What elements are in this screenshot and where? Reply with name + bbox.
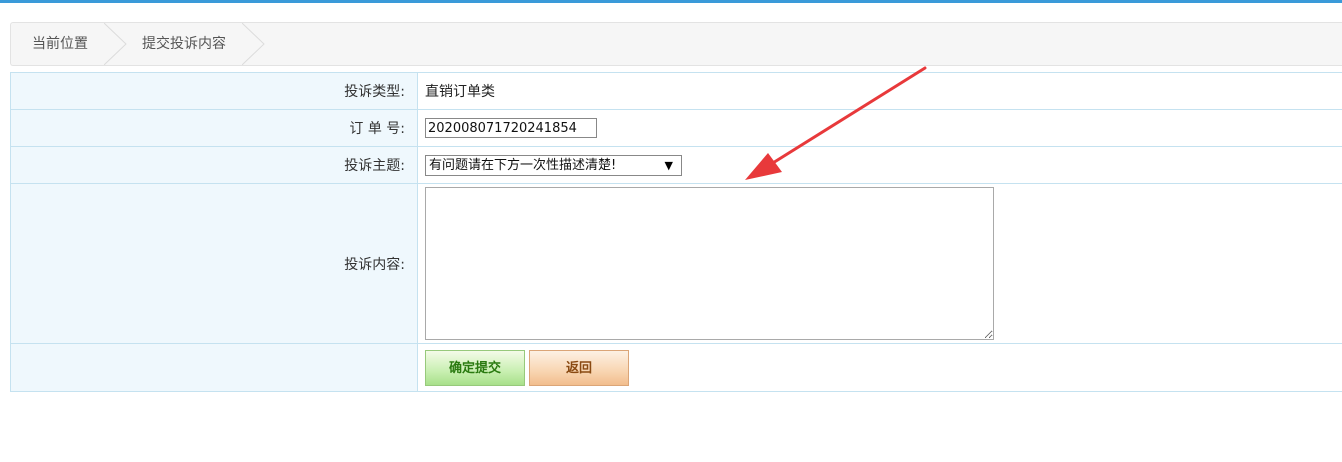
breadcrumb: 当前位置 提交投诉内容 <box>10 22 1342 66</box>
actions-cell: 确定提交 返回 <box>417 343 1342 392</box>
complaint-subject-selected-text: 有问题请在下方一次性描述清楚! <box>429 157 617 173</box>
form-row-type: 投诉类型: 直销订单类 <box>10 72 1342 110</box>
complaint-subject-select[interactable]: 有问题请在下方一次性描述清楚! ▼ <box>425 154 682 176</box>
breadcrumb-item-submit-complaint[interactable]: 提交投诉内容 <box>142 23 226 65</box>
submit-button[interactable]: 确定提交 <box>425 349 525 386</box>
complaint-type-value: 直销订单类 <box>417 72 1342 110</box>
complaint-form: 投诉类型: 直销订单类 订 单 号: 投诉主题: 有问题请在下方一次性描述清楚!… <box>10 72 1342 392</box>
top-accent-bar <box>0 0 1342 3</box>
complaint-content-textarea[interactable] <box>425 187 994 340</box>
breadcrumb-separator-icon <box>104 23 127 65</box>
breadcrumb-item-current-location[interactable]: 当前位置 <box>32 23 88 65</box>
order-number-input[interactable] <box>425 118 597 138</box>
form-row-order: 订 单 号: <box>10 109 1342 147</box>
actions-label-cell <box>10 343 418 392</box>
form-row-subject: 投诉主题: 有问题请在下方一次性描述清楚! ▼ <box>10 146 1342 184</box>
back-button[interactable]: 返回 <box>529 349 629 386</box>
dropdown-caret-icon: ▼ <box>664 158 673 172</box>
breadcrumb-separator-icon <box>242 23 265 65</box>
complaint-content-cell <box>417 183 1342 344</box>
order-number-label: 订 单 号: <box>10 109 418 147</box>
order-number-cell <box>417 109 1342 147</box>
complaint-content-label: 投诉内容: <box>10 183 418 344</box>
complaint-type-label: 投诉类型: <box>10 72 418 110</box>
complaint-subject-cell: 有问题请在下方一次性描述清楚! ▼ <box>417 146 1342 184</box>
form-row-content: 投诉内容: <box>10 183 1342 344</box>
form-row-actions: 确定提交 返回 <box>10 343 1342 392</box>
complaint-subject-label: 投诉主题: <box>10 146 418 184</box>
